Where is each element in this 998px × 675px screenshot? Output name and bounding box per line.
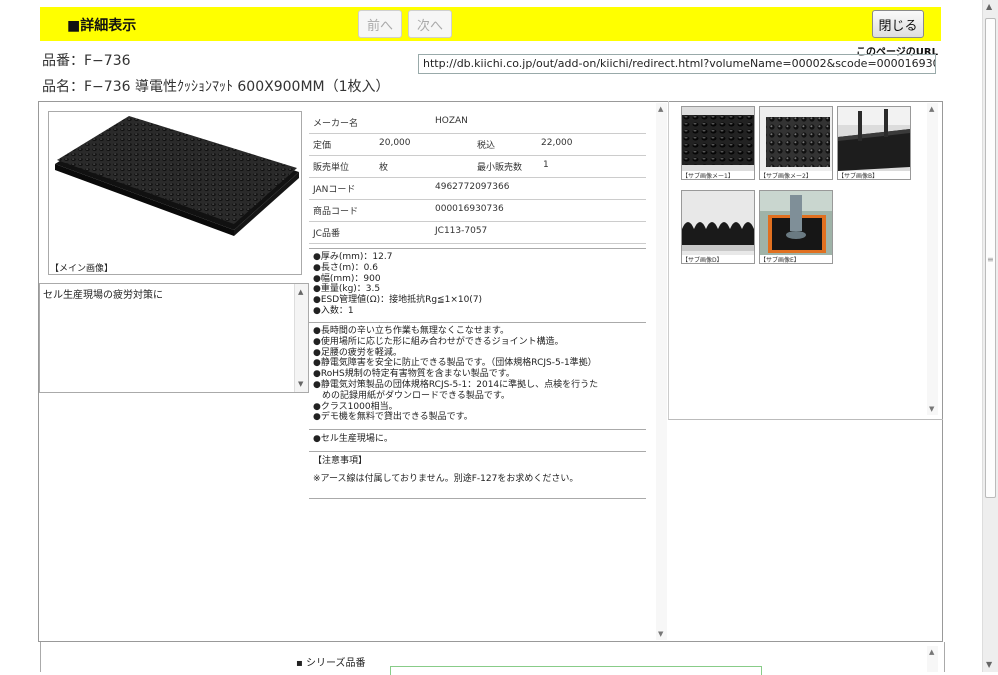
- list-item: ●足腰の疲労を軽減。: [313, 347, 402, 358]
- divider: [309, 451, 646, 452]
- list-item: ●使用場所に応じた形に組み合わせができるジョイント構造。: [313, 336, 564, 347]
- description-text: セル生産現場の疲労対策に: [43, 290, 163, 301]
- list-item: ●入数：1: [313, 305, 354, 316]
- sub-image-caption: 【サブ画像D】: [682, 257, 723, 264]
- sub-image-4[interactable]: 【サブ画像D】: [681, 190, 755, 264]
- divider: [309, 322, 646, 323]
- notes-title: 【注意事項】: [313, 456, 368, 466]
- list-item: ●静電気障害を安全に防止できる製品です。（団体規格RCJS-5-1準拠）: [313, 358, 597, 369]
- spec-label: 商品コード: [313, 207, 359, 217]
- main-image-caption: 【メイン画像】: [50, 264, 114, 274]
- sub-image-3[interactable]: 【サブ画像B】: [837, 106, 911, 180]
- close-button[interactable]: 閉じる: [872, 10, 924, 38]
- spec-row-price: 定価 20,000 税込 22,000: [309, 133, 646, 156]
- mat-workstation-image: [760, 191, 832, 255]
- divider: [309, 248, 646, 249]
- sub-image-1[interactable]: 【サブ画像メー1】: [681, 106, 755, 180]
- spec-bullet-list: ●厚み(mm)：12.7 ●長さ(m)：0.6 ●幅(mm)：900 ●重量(k…: [313, 252, 482, 317]
- series-scrollbar[interactable]: ▲: [927, 646, 938, 672]
- mat-floor-image: [838, 107, 910, 171]
- spec-label: メーカー名: [313, 119, 359, 129]
- header-bar: ■詳細表示 前へ 次へ 閉じる: [40, 7, 941, 41]
- spec-label: JANコード: [313, 185, 356, 195]
- sub-image-caption: 【サブ画像メー2】: [760, 173, 812, 180]
- scroll-down-arrow-icon[interactable]: ▼: [658, 630, 663, 638]
- page-scrollbar[interactable]: ▲ ≡ ▼: [982, 0, 998, 672]
- scrollbar-grip-icon: ≡: [987, 255, 994, 264]
- list-item: ●RoHS規制の特定有害物質を含まない製品です。: [313, 369, 515, 380]
- spec-row-item-code: 商品コード 000016930736: [309, 199, 646, 222]
- mat-surface-image: [760, 107, 832, 171]
- cushion-mat-image[interactable]: [49, 112, 301, 262]
- spec-value: 22,000: [541, 138, 573, 148]
- mat-profile-image: [682, 191, 754, 255]
- main-image-box: 【メイン画像】: [48, 111, 302, 275]
- scroll-down-arrow-icon[interactable]: ▼: [929, 405, 934, 413]
- scroll-up-arrow-icon[interactable]: ▲: [658, 105, 663, 113]
- sub-image-2[interactable]: 【サブ画像メー2】: [759, 106, 833, 180]
- spec-row-jc: JC品番 JC113-7057: [309, 221, 646, 244]
- series-table: [390, 666, 762, 675]
- feature-bullet-list: ●長時間の辛い立ち作業も無理なくこなせます。 ●使用場所に応じた形に組み合わせが…: [313, 326, 598, 423]
- spec-value: 枚: [379, 163, 389, 173]
- spec-value: 4962772097366: [435, 182, 510, 192]
- notes-text: ※アース線は付属しておりません。別途F-127をお求めください。: [313, 474, 579, 484]
- spec-row-maker: メーカー名 HOZAN: [309, 111, 646, 134]
- scroll-down-arrow-icon[interactable]: ▼: [986, 661, 992, 669]
- mat-closeup-image: [682, 107, 754, 171]
- usage-bullet: ●セル生産現場に。: [313, 434, 393, 444]
- sub-image-caption: 【サブ画像E】: [760, 257, 800, 264]
- list-item: めの記録用紙がダウンロードできる製品です。: [313, 390, 510, 401]
- list-item: ●ESD管理値(Ω)：接地抵抗Rg≦1×10(7): [313, 295, 483, 306]
- page-title: ■詳細表示: [67, 18, 137, 34]
- spec-label: 定価: [313, 141, 332, 151]
- description-textarea[interactable]: セル生産現場の疲労対策に ▲ ▼: [39, 283, 309, 393]
- series-label: ▪ シリーズ品番: [296, 654, 365, 669]
- spec-row-jan: JANコード 4962772097366: [309, 177, 646, 200]
- list-item: ●厚み(mm)：12.7: [313, 252, 393, 262]
- scroll-down-arrow-icon[interactable]: ▼: [298, 380, 303, 388]
- sub-image-scrollbar[interactable]: ▲ ▼: [927, 103, 938, 415]
- list-item: ●デモ機を無料で貸出できる製品です。: [313, 412, 473, 423]
- sub-image-caption: 【サブ画像メー1】: [682, 173, 734, 180]
- sub-image-caption: 【サブ画像B】: [838, 173, 879, 180]
- spec-value: HOZAN: [435, 116, 468, 126]
- list-item: ●長時間の辛い立ち作業も無理なくこなせます。: [313, 326, 509, 336]
- scroll-up-arrow-icon[interactable]: ▲: [298, 288, 303, 296]
- product-name: 品名：F−736 導電性ｸｯｼｮﾝﾏｯﾄ 600X900MM（1枚入）: [42, 79, 390, 95]
- list-item: ●長さ(m)：0.6: [313, 262, 378, 273]
- series-label-text: シリーズ品番: [305, 658, 366, 669]
- prev-button[interactable]: 前へ: [358, 10, 402, 38]
- scroll-up-arrow-icon[interactable]: ▲: [929, 648, 934, 656]
- spec-label: JC品番: [313, 229, 340, 239]
- spec-value: 20,000: [379, 138, 411, 148]
- divider: [309, 498, 646, 499]
- scroll-up-arrow-icon[interactable]: ▲: [929, 105, 934, 113]
- spec-value: JC113-7057: [435, 226, 488, 236]
- spec-label: 税込: [477, 141, 496, 151]
- list-item: ●クラス1000相当。: [313, 401, 398, 412]
- sub-image-5[interactable]: 【サブ画像E】: [759, 190, 833, 264]
- spec-value: 1: [543, 160, 549, 170]
- list-item: ●幅(mm)：900: [313, 273, 381, 284]
- list-item: ●重量(kg)：3.5: [313, 284, 381, 295]
- description-scrollbar[interactable]: ▲ ▼: [294, 284, 308, 392]
- next-button[interactable]: 次へ: [408, 10, 452, 38]
- divider: [309, 429, 646, 430]
- detail-scrollbar[interactable]: ▲ ▼: [656, 103, 667, 640]
- page-url-field[interactable]: http://db.kiichi.co.jp/out/add-on/kiichi…: [418, 54, 936, 74]
- spec-label: 最小販売数: [477, 163, 523, 173]
- list-item: ●静電気対策製品の団体規格RCJS-5-1：2014に準拠し、点検を行うた: [313, 379, 599, 390]
- product-code: 品番：F−736: [42, 53, 131, 69]
- spec-label: 販売単位: [313, 163, 350, 173]
- bullet-square-icon: ▪: [296, 658, 303, 669]
- scroll-up-arrow-icon[interactable]: ▲: [986, 3, 992, 11]
- spec-row-unit: 販売単位 枚 最小販売数 1: [309, 155, 646, 178]
- spec-value: 000016930736: [435, 204, 504, 214]
